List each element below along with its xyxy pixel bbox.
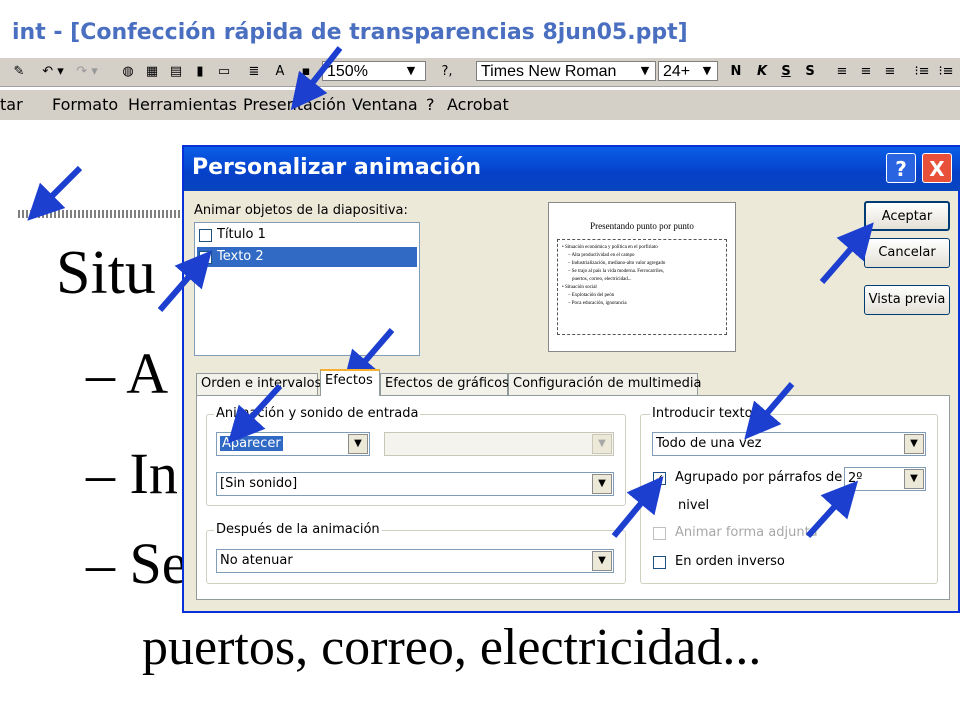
- arrow-icon: [290, 46, 343, 111]
- arrow-icon: [157, 250, 212, 312]
- arrow-icon: [819, 222, 874, 284]
- arrow-icon: [611, 476, 664, 538]
- tab-efectos[interactable]: Efectos: [320, 369, 380, 396]
- arrow-icon: [805, 480, 859, 539]
- annotation-arrows: [27, 46, 874, 539]
- arrow-icon: [227, 383, 283, 444]
- arrow-icon: [342, 328, 395, 388]
- arrow-icon: [744, 382, 795, 440]
- arrow-icon: [27, 165, 83, 221]
